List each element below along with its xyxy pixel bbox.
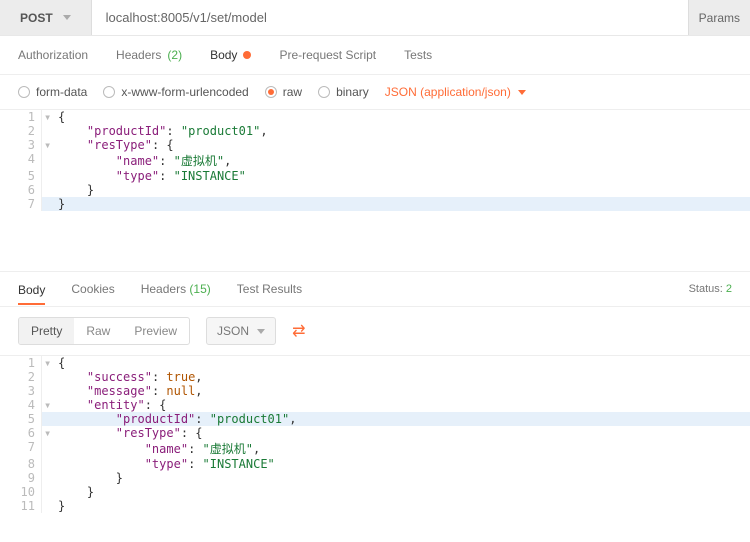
tab-headers-count: (2) [167,48,182,62]
response-view-segment: Pretty Raw Preview [18,317,190,345]
response-tab-test-results[interactable]: Test Results [237,282,302,296]
unsaved-dot-icon [243,51,251,59]
params-button[interactable]: Params [688,0,750,35]
body-type-urlencoded[interactable]: x-www-form-urlencoded [103,85,248,99]
response-body-viewer[interactable]: 1▾{ 2 "success": true, 3 "message": null… [0,355,750,523]
tab-body-label: Body [210,48,237,62]
response-format-selector[interactable]: JSON [206,317,276,345]
body-type-binary[interactable]: binary [318,85,369,99]
chevron-down-icon [518,90,526,95]
chevron-down-icon [257,329,265,334]
view-pretty-button[interactable]: Pretty [19,318,74,344]
url-input[interactable] [92,0,688,35]
body-type-raw[interactable]: raw [265,85,302,99]
tab-headers-label: Headers [116,48,161,62]
view-preview-button[interactable]: Preview [122,318,189,344]
wrap-lines-icon[interactable]: ⇄ [292,321,305,341]
tab-body[interactable]: Body [210,48,251,62]
body-type-form-data[interactable]: form-data [18,85,87,99]
content-type-selector[interactable]: JSON (application/json) [385,85,526,99]
tab-headers[interactable]: Headers (2) [116,48,182,62]
http-method-selector[interactable]: POST [0,0,92,35]
content-type-label: JSON (application/json) [385,85,511,99]
tab-prerequest[interactable]: Pre-request Script [279,48,376,62]
chevron-down-icon [63,15,71,20]
tab-tests[interactable]: Tests [404,48,432,62]
response-tab-cookies[interactable]: Cookies [71,282,114,296]
response-tab-headers[interactable]: Headers (15) [141,282,211,296]
view-raw-button[interactable]: Raw [74,318,122,344]
response-status: Status: 2 [689,283,732,295]
request-body-editor[interactable]: 1▾{ 2 "productId": "product01", 3▾ "resT… [0,109,750,271]
http-method-label: POST [20,11,53,25]
tab-authorization[interactable]: Authorization [18,48,88,62]
response-tab-body[interactable]: Body [18,283,45,305]
